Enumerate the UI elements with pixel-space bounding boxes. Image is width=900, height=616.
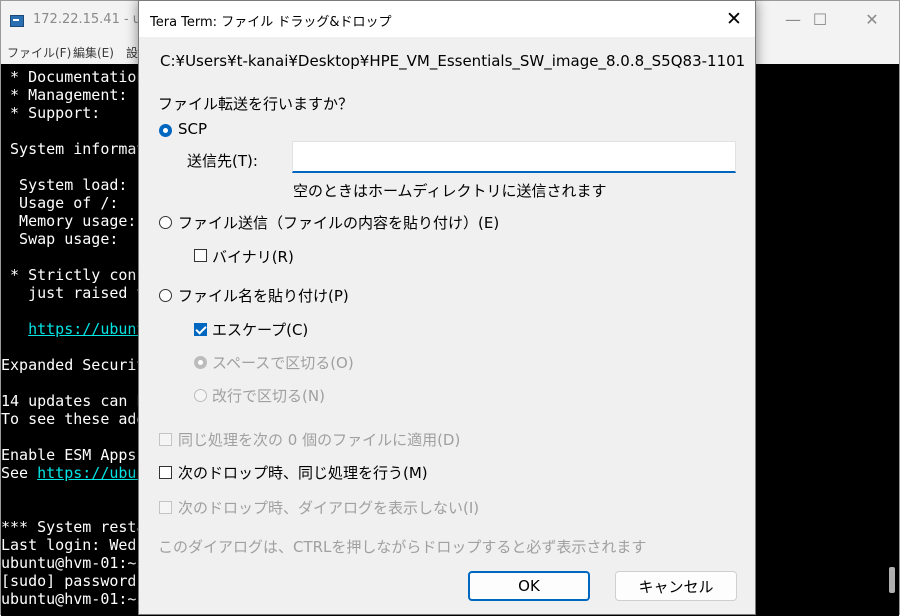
minimize-button[interactable]: — xyxy=(780,9,806,31)
tera-term-icon xyxy=(10,15,24,27)
terminal-line: Usage of /: xyxy=(1,194,119,212)
escape-checkbox[interactable] xyxy=(194,323,207,336)
destination-hint: 空のときはホームディレクトリに送信されます xyxy=(293,182,607,200)
terminal-line: just raised t xyxy=(1,284,146,302)
terminal-line: * Documentation xyxy=(1,68,146,86)
terminal-text: See xyxy=(1,464,38,482)
close-icon[interactable]: ✕ xyxy=(859,9,885,31)
destination-input[interactable] xyxy=(292,141,736,173)
same-on-drop-label[interactable]: 次のドロップ時、同じ処理を行う(M) xyxy=(178,462,428,483)
no-dialog-label: 次のドロップ時、ダイアログを表示しない(I) xyxy=(178,499,480,517)
terminal-line: 14 updates can b xyxy=(1,392,146,410)
close-icon[interactable]: ✕ xyxy=(721,6,747,32)
terminal-line: *** System resta xyxy=(1,518,146,536)
paste-filename-radio[interactable] xyxy=(159,289,172,302)
menu-file[interactable]: ファイル(F) xyxy=(7,44,71,61)
terminal-line: Swap usage: xyxy=(1,230,119,248)
dialog-titlebar[interactable]: Tera Term: ファイル ドラッグ&ドロップ ✕ xyxy=(139,1,755,37)
scp-label[interactable]: SCP xyxy=(178,120,207,138)
terminal-line: See https://ubun xyxy=(1,464,146,482)
terminal-line: Enable ESM Apps xyxy=(1,446,137,464)
footer-note: このダイアログは、CTRLを押しながらドロップすると必ず表示されます xyxy=(158,538,647,556)
file-path: C:¥Users¥t-kanai¥Desktop¥HPE_VM_Essentia… xyxy=(160,52,746,70)
terminal-line: * Strictly conf xyxy=(1,266,146,284)
newline-separator-radio xyxy=(194,389,207,402)
apply-next-label: 同じ処理を次の 0 個のファイルに適用(D) xyxy=(178,431,461,449)
scp-radio[interactable] xyxy=(159,124,172,137)
newline-separator-label: 改行で区切る(N) xyxy=(212,387,325,405)
maximize-button[interactable]: ☐ xyxy=(807,9,833,31)
paste-filename-label[interactable]: ファイル名を貼り付け(P) xyxy=(178,285,349,306)
menu-settings[interactable]: 設 xyxy=(126,44,138,61)
dialog-title: Tera Term: ファイル ドラッグ&ドロップ xyxy=(150,15,392,30)
terminal-link[interactable]: https://ubunt xyxy=(28,320,145,338)
terminal-line: Expanded Securit xyxy=(1,356,146,374)
no-dialog-checkbox xyxy=(159,501,172,514)
terminal-line: * Management: xyxy=(1,86,128,104)
terminal-line: ubuntu@hvm-01:~$ xyxy=(1,554,146,572)
space-separator-label: スペースで区切る(O) xyxy=(212,354,354,372)
destination-label: 送信先(T): xyxy=(187,152,258,170)
terminal-line: Memory usage: xyxy=(1,212,137,230)
send-file-label[interactable]: ファイル送信（ファイルの内容を貼り付け）(E) xyxy=(178,212,499,233)
transfer-question: ファイル転送を行いますか？ xyxy=(158,95,354,113)
ok-button[interactable]: OK xyxy=(468,571,590,601)
terminal-line: https://ubunt xyxy=(1,320,145,338)
terminal-link[interactable]: https://ubun xyxy=(37,464,145,482)
scrollbar-thumb[interactable] xyxy=(889,567,895,593)
drag-drop-dialog: Tera Term: ファイル ドラッグ&ドロップ ✕ C:¥Users¥t-k… xyxy=(138,0,756,615)
terminal-line: * Support: xyxy=(1,104,101,122)
terminal-line: System load: xyxy=(1,176,128,194)
escape-label[interactable]: エスケープ(C) xyxy=(212,319,308,340)
same-on-drop-checkbox[interactable] xyxy=(159,466,172,479)
terminal-line: [sudo] password xyxy=(1,572,137,590)
binary-label[interactable]: バイナリ(R) xyxy=(212,246,294,267)
space-separator-radio xyxy=(194,356,207,369)
cancel-button[interactable]: キャンセル xyxy=(615,571,737,601)
menu-edit[interactable]: 編集(E) xyxy=(73,44,114,61)
apply-next-checkbox xyxy=(159,433,172,446)
binary-checkbox[interactable] xyxy=(194,249,207,262)
terminal-line: ubuntu@hvm-01:~$ xyxy=(1,590,146,608)
terminal-line: To see these add xyxy=(1,410,146,428)
terminal-line: System informat xyxy=(1,140,146,158)
send-file-radio[interactable] xyxy=(159,216,172,229)
terminal-line: Last login: Wed xyxy=(1,536,137,554)
